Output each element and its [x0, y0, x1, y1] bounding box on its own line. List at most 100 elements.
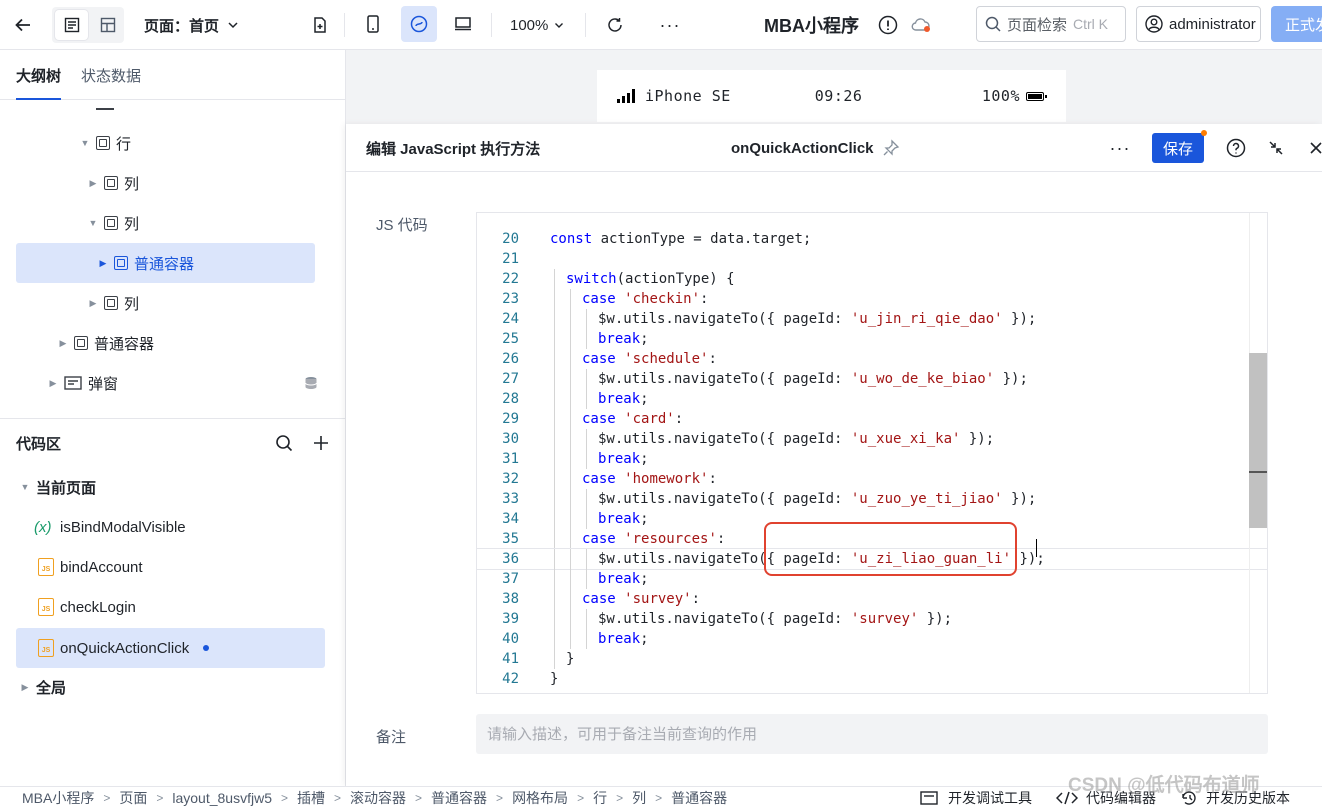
- page-search-input[interactable]: 页面检索 Ctrl K: [976, 6, 1126, 42]
- code-line[interactable]: 24 $w.utils.navigateTo({ pageId: 'u_jin_r…: [477, 309, 1267, 329]
- more-icon[interactable]: ···: [656, 0, 684, 50]
- mobile-view-icon[interactable]: [355, 6, 391, 42]
- code-item-method[interactable]: JS checkLogin: [38, 587, 136, 627]
- code-line[interactable]: 27 $w.utils.navigateTo({ pageId: 'u_wo_de…: [477, 369, 1267, 389]
- code-line[interactable]: 38 case 'survey':: [477, 589, 1267, 609]
- collapse-icon[interactable]: [1256, 133, 1296, 163]
- code-line[interactable]: 40 break;: [477, 629, 1267, 649]
- chevron-right-icon: >: [496, 791, 504, 805]
- breadcrumb-item[interactable]: MBA小程序: [22, 788, 94, 808]
- more-icon[interactable]: ···: [1100, 133, 1140, 163]
- refresh-icon[interactable]: [601, 0, 629, 50]
- back-arrow-icon[interactable]: [8, 0, 38, 50]
- modal-icon: [64, 376, 82, 390]
- current-page-group[interactable]: ▼ 当前页面: [20, 467, 96, 507]
- caret-right-icon[interactable]: ▶: [88, 298, 98, 309]
- line-number: 30: [502, 431, 519, 447]
- indent-guide: [554, 469, 555, 489]
- battery-percent: 100%: [981, 87, 1020, 105]
- info-icon[interactable]: [876, 0, 900, 50]
- breadcrumb-item[interactable]: 插槽: [297, 788, 325, 808]
- tree-item-container[interactable]: ▶ 普通容器: [58, 323, 154, 363]
- caret-down-icon[interactable]: ▼: [88, 218, 98, 228]
- breadcrumb-item[interactable]: 页面: [119, 788, 147, 808]
- breadcrumb-item[interactable]: layout_8usvfjw5: [172, 790, 272, 806]
- code-line[interactable]: 42}: [477, 669, 1267, 689]
- code-line[interactable]: 31 break;: [477, 449, 1267, 469]
- tree-item-row[interactable]: ▼ 行: [80, 123, 131, 163]
- code-line[interactable]: 25 break;: [477, 329, 1267, 349]
- add-page-icon[interactable]: [306, 0, 334, 50]
- note-input[interactable]: [476, 714, 1268, 754]
- caret-right-icon[interactable]: ▶: [48, 378, 58, 389]
- close-icon[interactable]: [1296, 133, 1322, 163]
- highlight-box: [764, 522, 1017, 576]
- breadcrumb-item[interactable]: 滚动容器: [350, 788, 406, 808]
- code-item-method-selected[interactable]: JS onQuickActionClick: [16, 628, 325, 668]
- code-item-variable[interactable]: (x) isBindModalVisible: [34, 507, 186, 547]
- breadcrumb-item[interactable]: 网格布局: [512, 788, 568, 808]
- code-line[interactable]: 23 case 'checkin':: [477, 289, 1267, 309]
- code-line[interactable]: 30 $w.utils.navigateTo({ pageId: 'u_xue_x…: [477, 429, 1267, 449]
- debug-tools-button[interactable]: 开发调试工具: [920, 788, 1032, 808]
- code-line[interactable]: 26 case 'schedule':: [477, 349, 1267, 369]
- code-line[interactable]: 39 $w.utils.navigateTo({ pageId: 'survey'…: [477, 609, 1267, 629]
- code-line[interactable]: 29 case 'card':: [477, 409, 1267, 429]
- tab-state-data[interactable]: 状态数据: [81, 50, 141, 100]
- tree-item-modal[interactable]: ▶ 弹窗: [48, 363, 318, 403]
- page-selector[interactable]: 页面：首页: [144, 0, 239, 50]
- code-editor[interactable]: ⋯ 20 const actionType = data.target; 21 22 s…: [476, 212, 1268, 694]
- chevron-right-icon: >: [655, 791, 663, 805]
- desktop-view-icon[interactable]: [445, 6, 481, 42]
- scrollbar-thumb[interactable]: [1249, 353, 1267, 528]
- tree-item-column[interactable]: ▶ 列: [88, 283, 139, 323]
- code-line[interactable]: 33 $w.utils.navigateTo({ pageId: 'u_zuo_y…: [477, 489, 1267, 509]
- caret-right-icon[interactable]: ▶: [58, 338, 68, 349]
- line-number: 39: [502, 611, 519, 627]
- caret-right-icon[interactable]: ▶: [20, 682, 30, 693]
- breadcrumb-item[interactable]: 列: [632, 788, 646, 808]
- code-line[interactable]: 41}: [477, 649, 1267, 669]
- editor-title: 编辑 JavaScript 执行方法: [366, 140, 541, 158]
- code-text: break;: [598, 451, 649, 467]
- user-menu[interactable]: administrator: [1136, 6, 1261, 42]
- tree-item-container-selected[interactable]: ▶ 普通容器: [16, 243, 315, 283]
- code-line[interactable]: 28 break;: [477, 389, 1267, 409]
- tab-outline[interactable]: 大纲树: [16, 50, 62, 100]
- tree-item-column[interactable]: ▶ 列: [88, 163, 139, 203]
- breadcrumb-item[interactable]: 普通容器: [431, 788, 487, 808]
- code-text: break;: [598, 571, 649, 587]
- search-icon[interactable]: [275, 434, 293, 452]
- pin-icon[interactable]: [882, 139, 900, 157]
- code-text: $w.utils.navigateTo({ pageId: 'u_zuo_ye_…: [598, 491, 1037, 507]
- caret-right-icon[interactable]: ▶: [98, 258, 108, 269]
- line-number: 22: [502, 271, 519, 287]
- outline-view-icon[interactable]: [55, 10, 88, 40]
- text-cursor: [1036, 539, 1037, 557]
- caret-right-icon[interactable]: ▶: [88, 178, 98, 189]
- save-button[interactable]: 保存: [1152, 130, 1207, 163]
- add-icon[interactable]: [313, 435, 329, 451]
- publish-button[interactable]: 正式发: [1271, 6, 1322, 42]
- indent-guide: [570, 289, 571, 309]
- miniprogram-view-icon[interactable]: [401, 6, 437, 42]
- zoom-select[interactable]: 100%: [510, 0, 564, 50]
- editor-scrollbar[interactable]: [1249, 213, 1267, 693]
- cloud-status-icon[interactable]: [908, 0, 934, 50]
- user-avatar-icon: [1145, 15, 1163, 33]
- code-item-method[interactable]: JS bindAccount: [38, 547, 143, 587]
- code-line[interactable]: 20 const actionType = data.target;: [477, 229, 1267, 249]
- caret-down-icon[interactable]: ▼: [20, 482, 30, 492]
- code-line[interactable]: 21: [477, 249, 1267, 269]
- grid-layout-icon[interactable]: [91, 7, 124, 43]
- code-line[interactable]: 32 case 'homework':: [477, 469, 1267, 489]
- caret-down-icon[interactable]: ▼: [80, 138, 90, 148]
- battery-icon: [1026, 91, 1047, 101]
- tree-item-column[interactable]: ▼ 列: [88, 203, 139, 243]
- global-group[interactable]: ▶ 全局: [20, 667, 66, 707]
- code-line[interactable]: 22 switch(actionType) {: [477, 269, 1267, 289]
- breadcrumb-item[interactable]: 普通容器: [671, 788, 727, 808]
- indent-guide: [554, 429, 555, 449]
- help-icon[interactable]: [1216, 133, 1256, 163]
- breadcrumb-item[interactable]: 行: [593, 788, 607, 808]
